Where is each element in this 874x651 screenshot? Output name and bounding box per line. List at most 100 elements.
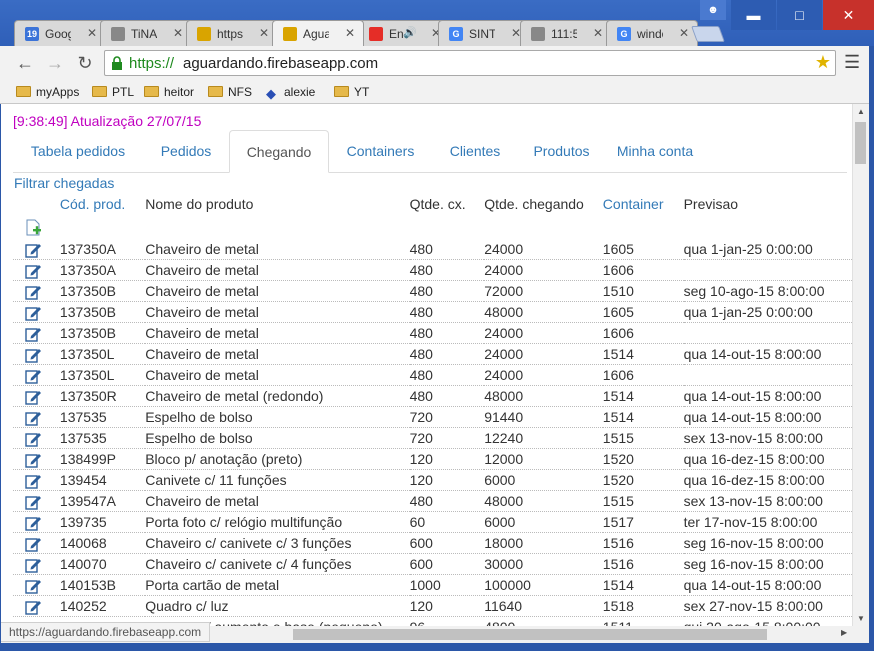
- maximize-button[interactable]: □: [777, 0, 822, 30]
- close-tab-icon[interactable]: ✕: [87, 26, 97, 40]
- browser-tab[interactable]: Gwindo ✕: [606, 20, 698, 46]
- nav-tab-pedidos[interactable]: Pedidos: [143, 130, 229, 172]
- bookmark-nfs[interactable]: NFS: [208, 83, 252, 101]
- cell-product-name: Chaveiro de metal: [145, 343, 410, 365]
- row-action-cell: [13, 532, 60, 554]
- scroll-right-arrow-icon[interactable]: ▶: [841, 628, 847, 637]
- browser-tab[interactable]: GSINTE✕: [438, 20, 530, 46]
- folder-icon: [16, 86, 31, 97]
- bookmark-heitor[interactable]: heitor: [144, 83, 194, 101]
- nav-tab-tabela-pedidos[interactable]: Tabela pedidos: [13, 130, 143, 172]
- cell-container: 1520: [602, 469, 684, 491]
- browser-tab[interactable]: 19 Goog ✕: [14, 20, 106, 46]
- tab-title: TiNA: [131, 27, 157, 41]
- edit-icon[interactable]: [25, 410, 42, 426]
- edit-icon[interactable]: [25, 557, 42, 573]
- cell-product-name: Chaveiro de metal: [145, 490, 410, 512]
- cell-container: 1514: [602, 385, 684, 407]
- bookmark-label: PTL: [112, 85, 135, 99]
- close-window-button[interactable]: ✕: [823, 0, 874, 30]
- cell-container: 1606: [602, 364, 684, 386]
- edit-icon[interactable]: [25, 515, 42, 531]
- cell-arriving-qty: 100000: [484, 574, 603, 596]
- nav-tab-chegando[interactable]: Chegando: [229, 130, 329, 173]
- vertical-scrollbar[interactable]: ▲ ▼: [852, 104, 870, 626]
- cell-box-qty: 480: [409, 343, 485, 365]
- cell-product-name: Porta cartão de metal: [145, 574, 410, 596]
- edit-icon[interactable]: [25, 305, 42, 321]
- edit-icon[interactable]: [25, 536, 42, 552]
- row-action-cell: [13, 427, 60, 449]
- nav-tab-containers[interactable]: Containers: [329, 130, 432, 172]
- browser-tab[interactable]: TiNA ✕: [100, 20, 192, 46]
- table-body: 137350A Chaveiro de metal 480 24000 1605 qua …: [13, 217, 852, 626]
- edit-icon[interactable]: [25, 284, 42, 300]
- close-tab-icon[interactable]: ✕: [679, 26, 689, 40]
- edit-icon[interactable]: [25, 347, 42, 363]
- nav-tab-produtos[interactable]: Produtos: [518, 130, 605, 172]
- cell-arriving-qty: 24000: [484, 322, 603, 344]
- browser-tab[interactable]: En 🔊 ✕: [358, 20, 450, 46]
- edit-icon[interactable]: [25, 431, 42, 447]
- cell-arriving-qty: 12000: [484, 448, 603, 470]
- cell-container: 1511: [602, 616, 684, 626]
- cell-forecast: ter 17-nov-15 8:00:00: [683, 511, 852, 533]
- browser-tab[interactable]: Agua ✕: [272, 20, 364, 46]
- cell-product-name: Chaveiro c/ canivete c/ 3 funções: [145, 532, 410, 554]
- scroll-down-arrow-icon[interactable]: ▼: [857, 614, 865, 623]
- row-action-cell: [13, 469, 60, 491]
- edit-icon[interactable]: [25, 452, 42, 468]
- edit-icon[interactable]: [25, 389, 42, 405]
- bookmark-ptl[interactable]: PTL: [92, 83, 134, 101]
- browser-tab[interactable]: https ✕: [186, 20, 278, 46]
- profile-icon[interactable]: ☻: [700, 0, 726, 20]
- close-tab-icon[interactable]: ✕: [593, 26, 603, 40]
- back-arrow-icon[interactable]: ←: [14, 52, 36, 74]
- page-viewport: [9:38:49] Atualização 27/07/15 Tabela pe…: [1, 104, 852, 626]
- nav-tab-minha-conta[interactable]: Minha conta: [605, 130, 705, 172]
- cell-product-code: 139454: [59, 469, 146, 491]
- scroll-up-arrow-icon[interactable]: ▲: [857, 107, 865, 116]
- update-status: [9:38:49] Atualização 27/07/15: [13, 113, 202, 129]
- edit-icon[interactable]: [25, 473, 42, 489]
- header-product-code[interactable]: Cód. prod.: [60, 191, 145, 217]
- cell-box-qty: 480: [409, 259, 485, 281]
- table-row: 140153B Porta cartão de metal 1000 100000 15…: [13, 574, 852, 596]
- forward-arrow-icon[interactable]: →: [44, 52, 66, 74]
- nav-tab-clientes[interactable]: Clientes: [432, 130, 518, 172]
- filter-arrivals-link[interactable]: Filtrar chegadas: [14, 175, 114, 191]
- cell-product-code: 137350B: [59, 322, 146, 344]
- bookmark-alexie[interactable]: ◆ alexie: [266, 83, 315, 101]
- minimize-button[interactable]: ▬: [731, 0, 776, 30]
- header-container[interactable]: Container: [603, 191, 684, 217]
- cell-container: 1606: [602, 259, 684, 281]
- new-tab-button[interactable]: [691, 26, 725, 42]
- cell-container: 1605: [602, 301, 684, 323]
- vertical-scroll-thumb[interactable]: [855, 122, 866, 164]
- bookmark-myapps[interactable]: myApps: [16, 83, 79, 101]
- edit-icon[interactable]: [25, 326, 42, 342]
- close-tab-icon[interactable]: ✕: [345, 26, 355, 40]
- audio-playing-icon[interactable]: 🔊: [403, 26, 417, 39]
- bookmark-label: NFS: [228, 85, 252, 99]
- cell-container: 1516: [602, 553, 684, 575]
- address-bar[interactable]: https:// aguardando.firebaseapp.com ★: [104, 50, 836, 76]
- horizontal-scroll-thumb[interactable]: [293, 629, 767, 640]
- bookmark-star-icon[interactable]: ★: [815, 52, 831, 73]
- add-document-icon[interactable]: [25, 219, 42, 237]
- browser-tab[interactable]: 111:5 ✕: [520, 20, 612, 46]
- edit-icon[interactable]: [25, 263, 42, 279]
- reload-icon[interactable]: ↻: [74, 52, 96, 74]
- edit-icon[interactable]: [25, 242, 42, 258]
- close-tab-icon[interactable]: ✕: [173, 26, 183, 40]
- bookmark-yt[interactable]: YT: [334, 83, 369, 101]
- edit-icon[interactable]: [25, 368, 42, 384]
- row-action-cell: [13, 406, 60, 428]
- menu-icon[interactable]: ☰: [844, 52, 860, 73]
- edit-icon[interactable]: [25, 494, 42, 510]
- cell-product-code: 138499P: [59, 448, 146, 470]
- edit-icon[interactable]: [25, 599, 42, 615]
- cell-product-code: 137350B: [59, 301, 146, 323]
- close-tab-icon[interactable]: ✕: [259, 26, 269, 40]
- edit-icon[interactable]: [25, 578, 42, 594]
